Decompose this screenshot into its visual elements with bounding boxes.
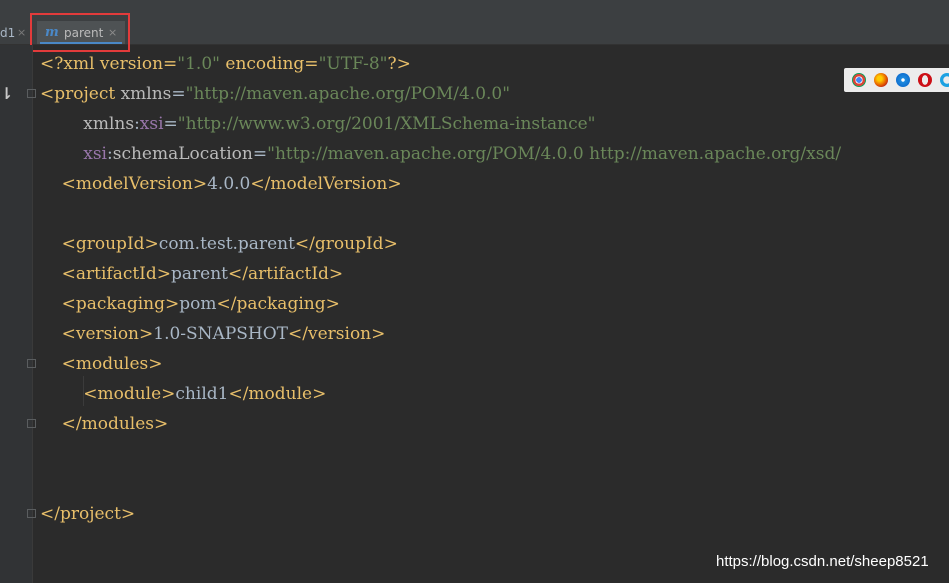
code-token: ?> (387, 54, 411, 74)
code-token: schemaLocation (112, 144, 253, 164)
code-token: <version> (61, 324, 154, 344)
code-token: = (252, 144, 268, 164)
code-token: "1.0" (177, 54, 220, 74)
code-token: pom (179, 294, 217, 314)
code-line[interactable]: <?xml version="1.0" encoding="UTF-8"?> (40, 49, 411, 79)
tab-bar-border (0, 44, 949, 45)
code-token: "UTF-8" (318, 54, 388, 74)
code-token: </artifactId> (228, 264, 344, 284)
code-line[interactable]: <modelVersion>4.0.0</modelVersion> (40, 169, 402, 199)
firefox-icon[interactable] (874, 73, 888, 87)
code-token: <groupId> (61, 234, 159, 254)
fold-toggle-icon[interactable] (27, 509, 36, 518)
code-token: 4.0.0 (207, 174, 251, 194)
code-line[interactable]: xmlns:xsi="http://www.w3.org/2001/XMLSch… (40, 109, 595, 139)
code-line[interactable]: </modules> (40, 409, 169, 439)
editor-gutter (0, 45, 32, 583)
indent-guide (83, 376, 84, 406)
code-token: com.test.parent (158, 234, 295, 254)
fold-toggle-icon[interactable] (27, 419, 36, 428)
ie-icon[interactable] (940, 73, 949, 87)
tab-bar-background (0, 0, 949, 20)
code-line[interactable]: <project xmlns="http://maven.apache.org/… (40, 79, 510, 109)
chrome-icon[interactable] (852, 73, 866, 87)
code-token: "http://www.w3.org/2001/XMLSchema-instan… (177, 114, 596, 134)
editor-tab-bar: d1 × m parent × (0, 0, 949, 45)
code-token: <project (40, 84, 121, 104)
code-token: = (171, 84, 186, 104)
code-token: = (163, 114, 178, 134)
code-token: <packaging> (61, 294, 180, 314)
code-token: <modules> (61, 354, 163, 374)
code-line[interactable]: <modules> (40, 349, 163, 379)
code-line[interactable]: <packaging>pom</packaging> (40, 289, 340, 319)
tab-divider (31, 24, 32, 42)
ide-window: d1 × m parent × ⇂ <?xml version="1.0" en… (0, 0, 949, 583)
tab-child1[interactable]: d1 × (0, 21, 30, 45)
code-line[interactable]: </project> (40, 499, 135, 529)
fold-toggle-icon[interactable] (27, 89, 36, 98)
code-line[interactable]: <artifactId>parent</artifactId> (40, 259, 344, 289)
code-token: "http://maven.apache.org/POM/4.0.0 http:… (267, 144, 842, 164)
opera-icon[interactable] (918, 73, 932, 87)
code-token: <artifactId> (61, 264, 172, 284)
gutter-separator (32, 45, 33, 583)
code-token: xsi (139, 114, 164, 134)
implement-arrow-icon[interactable]: ⇂ (0, 84, 13, 103)
code-line[interactable]: <version>1.0-SNAPSHOT</version> (40, 319, 386, 349)
code-line[interactable]: xsi:schemaLocation="http://maven.apache.… (40, 139, 841, 169)
tab-label: d1 (0, 26, 16, 40)
code-token: </modelVersion> (250, 174, 402, 194)
code-token: </groupId> (294, 234, 398, 254)
code-token: xsi (83, 144, 107, 164)
browser-preview-bar (844, 68, 949, 92)
tab-close-icon[interactable]: × (17, 21, 26, 45)
safari-icon[interactable] (896, 73, 910, 87)
code-token: </modules> (61, 414, 169, 434)
code-token: "http://maven.apache.org/POM/4.0.0" (185, 84, 511, 104)
code-token: </project> (40, 504, 136, 524)
code-line[interactable]: <groupId>com.test.parent</groupId> (40, 229, 398, 259)
code-token: xmlns (83, 114, 135, 134)
code-token: <?xml version= (40, 54, 178, 74)
code-token: </module> (228, 384, 327, 404)
code-token: </version> (288, 324, 386, 344)
code-token: xmlns (120, 84, 172, 104)
code-token: encoding= (219, 54, 319, 74)
code-token: <modelVersion> (61, 174, 208, 194)
watermark-text: https://blog.csdn.net/sheep8521 (716, 553, 929, 570)
code-token: </packaging> (216, 294, 340, 314)
code-token: child1 (175, 384, 229, 404)
code-token: parent (171, 264, 229, 284)
fold-toggle-icon[interactable] (27, 359, 36, 368)
code-token: <module> (83, 384, 176, 404)
code-token: 1.0-SNAPSHOT (153, 324, 289, 344)
tab-parent[interactable]: m parent × (37, 21, 125, 45)
